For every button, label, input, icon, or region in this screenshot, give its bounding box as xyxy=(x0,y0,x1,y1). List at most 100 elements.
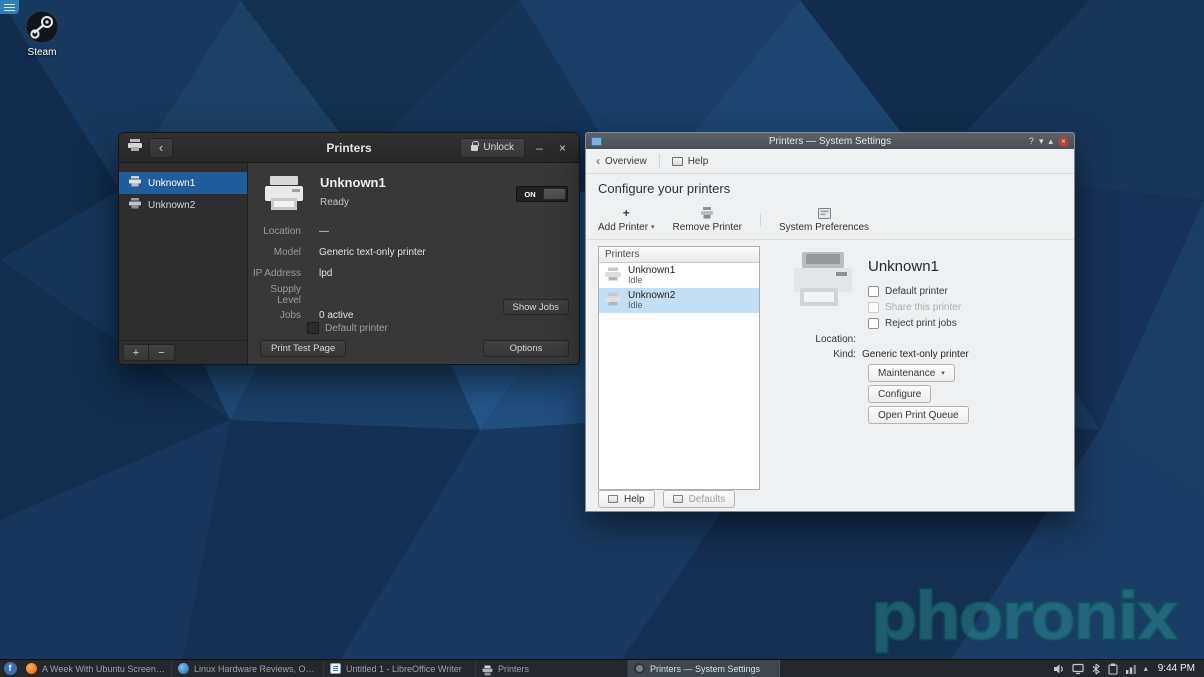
back-button[interactable]: ‹ xyxy=(149,137,173,158)
device-notifier-icon[interactable] xyxy=(1072,663,1084,675)
kde-system-settings-window: Printers — System Settings ? ▾ ▴ × ‹ Ove… xyxy=(585,132,1075,512)
open-print-queue-button[interactable]: Open Print Queue xyxy=(868,406,969,424)
volume-icon[interactable] xyxy=(1053,663,1065,675)
sidebar-printer-unknown1[interactable]: Unknown1 xyxy=(119,172,247,194)
taskbar-task-writer[interactable]: Untitled 1 - LibreOffice Writer xyxy=(324,660,476,677)
switch-on-label: ON xyxy=(524,189,536,199)
close-button[interactable]: × xyxy=(554,141,571,155)
plus-icon: + xyxy=(622,206,630,220)
printer-action-buttons: Maintenance ▾ Configure Open Print Queue xyxy=(868,364,969,424)
printer-name: Unknown1 xyxy=(320,175,386,190)
show-jobs-button[interactable]: Show Jobs xyxy=(502,299,569,315)
chevron-down-icon: ▾ xyxy=(941,370,945,377)
kde-titlebar: Printers — System Settings ? ▾ ▴ × xyxy=(586,133,1074,149)
taskbar-task-system-settings[interactable]: Printers — System Settings xyxy=(628,660,780,677)
close-button[interactable]: × xyxy=(1058,135,1069,147)
defaults-icon xyxy=(672,495,683,503)
taskbar-task-browser1[interactable]: A Week With Ubuntu Screensh... xyxy=(20,660,172,677)
sidebar-printer-label: Unknown1 xyxy=(148,177,196,189)
page-title: Configure your printers xyxy=(598,181,731,196)
taskbar-task-browser2[interactable]: Linux Hardware Reviews, Open... xyxy=(172,660,324,677)
firefox-icon xyxy=(26,663,37,674)
unlock-button[interactable]: Unlock xyxy=(460,137,525,158)
minimize-button[interactable]: ▾ xyxy=(1039,136,1044,146)
fedora-logo-icon: f xyxy=(3,662,17,675)
printer-icon xyxy=(604,267,622,284)
printer-checkboxes: Default printer Share this printer Rejec… xyxy=(868,283,961,331)
switch-knob xyxy=(543,188,566,200)
clock[interactable]: 9:44 PM xyxy=(1158,663,1195,674)
kde-printer-detail: Unknown1 Default printer Share this prin… xyxy=(786,246,1062,490)
system-preferences-action[interactable]: System Preferences xyxy=(779,207,869,233)
default-printer-row: Default printer xyxy=(307,322,388,334)
property-label: Model xyxy=(273,247,301,258)
printer-row-unknown1[interactable]: Unknown1 Idle xyxy=(599,263,759,288)
default-printer-row[interactable]: Default printer xyxy=(868,283,961,299)
nav-overview-label: Overview xyxy=(605,155,647,167)
property-row: Model Generic text-only printer xyxy=(248,242,579,263)
default-printer-checkbox[interactable] xyxy=(868,285,879,297)
printer-status: Idle xyxy=(628,275,643,286)
help-icon xyxy=(608,495,618,503)
unlock-label: Unlock xyxy=(483,142,514,153)
printer-row-unknown2[interactable]: Unknown2 Idle xyxy=(599,288,759,313)
gnome-headerbar: ‹ Printers Unlock – × xyxy=(119,133,579,163)
clipboard-icon[interactable] xyxy=(1108,663,1118,675)
defaults-button: Defaults xyxy=(662,490,736,508)
default-printer-checkbox[interactable] xyxy=(307,322,319,334)
app-launcher-button[interactable]: f xyxy=(0,660,20,677)
location-label: Location: xyxy=(815,334,856,345)
share-printer-label: Share this printer xyxy=(885,301,962,313)
add-printer-action[interactable]: + Add Printer ▾ xyxy=(598,206,655,233)
nav-help-label: Help xyxy=(687,155,709,167)
defaults-label: Defaults xyxy=(688,493,726,505)
nav-overview[interactable]: ‹ Overview xyxy=(596,154,647,168)
maximize-button[interactable]: ▴ xyxy=(1048,136,1053,146)
kde-window-title: Printers — System Settings xyxy=(768,135,892,147)
print-test-page-button[interactable]: Print Test Page xyxy=(260,340,347,357)
toolbar-separator xyxy=(658,154,660,168)
sidebar-printer-label: Unknown2 xyxy=(148,199,196,211)
bluetooth-icon[interactable] xyxy=(1091,663,1101,675)
printer-info: Location: Kind: Generic text-only printe… xyxy=(786,332,1062,362)
kind-value: Generic text-only printer xyxy=(862,349,969,360)
network-icon[interactable] xyxy=(1125,663,1137,675)
sidebar-printer-unknown2[interactable]: Unknown2 xyxy=(119,194,247,216)
toolbar-separator xyxy=(760,212,762,227)
kde-nav-toolbar: ‹ Overview Help xyxy=(586,149,1074,174)
configure-button[interactable]: Configure xyxy=(868,385,932,403)
remove-printer-action[interactable]: Remove Printer xyxy=(673,207,742,233)
minimize-button[interactable]: – xyxy=(531,141,548,155)
reject-jobs-checkbox[interactable] xyxy=(868,317,879,329)
desktop-icon-steam[interactable]: Steam xyxy=(16,10,68,58)
reject-jobs-row[interactable]: Reject print jobs xyxy=(868,315,961,331)
printer-on-switch[interactable]: ON xyxy=(516,186,568,202)
taskbar-task-printers[interactable]: Printers xyxy=(476,660,628,677)
add-printer-button[interactable]: + xyxy=(123,344,149,361)
options-button[interactable]: Options xyxy=(483,340,569,357)
printer-icon xyxy=(604,292,622,309)
property-row: IP Address lpd xyxy=(248,263,579,284)
help-icon xyxy=(671,156,683,166)
property-label: IP Address xyxy=(252,268,301,279)
system-preferences-icon xyxy=(817,207,831,220)
task-label: Linux Hardware Reviews, Open... xyxy=(194,663,317,674)
remove-printer-label: Remove Printer xyxy=(672,221,743,233)
nav-help[interactable]: Help xyxy=(671,155,709,167)
printers-app-icon xyxy=(127,138,143,157)
maintenance-dropdown[interactable]: Maintenance ▾ xyxy=(868,364,955,382)
share-printer-row: Share this printer xyxy=(868,299,961,315)
printer-icon xyxy=(700,207,714,220)
help-titlebar-button[interactable]: ? xyxy=(1029,136,1034,146)
tray-expander-icon[interactable]: ▴ xyxy=(1144,664,1148,673)
default-printer-label: Default printer xyxy=(325,322,388,334)
task-label: A Week With Ubuntu Screensh... xyxy=(42,663,165,674)
help-button[interactable]: Help xyxy=(598,490,655,508)
system-settings-icon xyxy=(634,663,645,674)
lock-icon xyxy=(471,140,480,151)
remove-printer-button[interactable]: − xyxy=(149,344,175,361)
selected-printer-name: Unknown1 xyxy=(868,258,939,275)
printer-image xyxy=(261,174,307,220)
system-preferences-label: System Preferences xyxy=(779,221,870,233)
system-tray: ▴ 9:44 PM xyxy=(1053,660,1204,677)
